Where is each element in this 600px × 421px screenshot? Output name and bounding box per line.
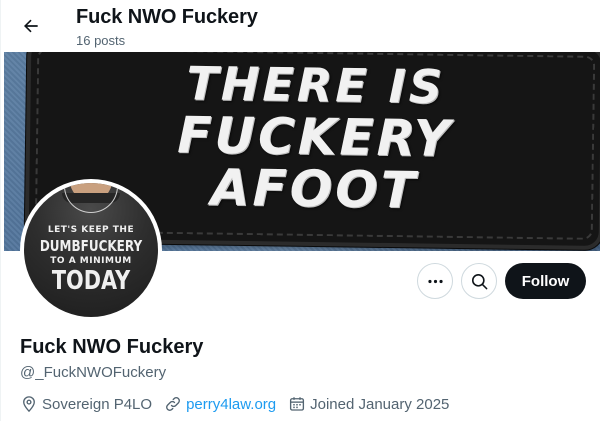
avatar-text-line1: LET'S KEEP THE bbox=[47, 225, 135, 235]
search-icon bbox=[471, 273, 487, 289]
website-link[interactable]: perry4law.org bbox=[186, 396, 276, 413]
banner-text-line1: THERE IS bbox=[186, 56, 446, 114]
location-item: Sovereign P4LO bbox=[20, 395, 152, 413]
joined-item: Joined January 2025 bbox=[288, 395, 449, 413]
link-icon bbox=[166, 397, 181, 411]
more-horizontal-icon bbox=[427, 279, 443, 283]
banner-text-line2: FUCKERY bbox=[176, 106, 454, 168]
display-name: Fuck NWO Fuckery bbox=[20, 336, 204, 358]
posts-count: 16 posts bbox=[76, 33, 126, 48]
avatar-text-line4: TODAY bbox=[51, 266, 131, 296]
location-pin-icon bbox=[23, 396, 35, 413]
user-handle: @_FuckNWOFuckery bbox=[20, 364, 167, 381]
search-button[interactable] bbox=[461, 263, 497, 299]
website-item: perry4law.org bbox=[164, 395, 276, 413]
avatar-image: LET'S KEEP THE DUMBFUCKERY TO A MINIMUM … bbox=[24, 183, 158, 317]
joined-text: Joined January 2025 bbox=[310, 395, 450, 413]
calendar-icon bbox=[290, 397, 305, 411]
more-button[interactable] bbox=[417, 263, 453, 299]
profile-meta: Sovereign P4LO perry4law.org Joined Janu… bbox=[20, 394, 461, 414]
avatar[interactable]: LET'S KEEP THE DUMBFUCKERY TO A MINIMUM … bbox=[20, 179, 162, 321]
location-text: Sovereign P4LO bbox=[42, 395, 153, 413]
arrow-left-icon bbox=[24, 19, 38, 33]
avatar-text-line3: TO A MINIMUM bbox=[50, 256, 132, 266]
avatar-necklace bbox=[64, 185, 118, 213]
avatar-text-line2: DUMBFUCKERY bbox=[39, 237, 143, 255]
profile-page: Fuck NWO Fuckery 16 posts THERE IS FUCKE… bbox=[0, 0, 600, 421]
follow-button[interactable]: Follow bbox=[505, 263, 586, 299]
profile-header: Fuck NWO Fuckery 16 posts bbox=[1, 0, 600, 52]
header-title: Fuck NWO Fuckery bbox=[76, 6, 258, 28]
back-button[interactable] bbox=[15, 10, 47, 42]
